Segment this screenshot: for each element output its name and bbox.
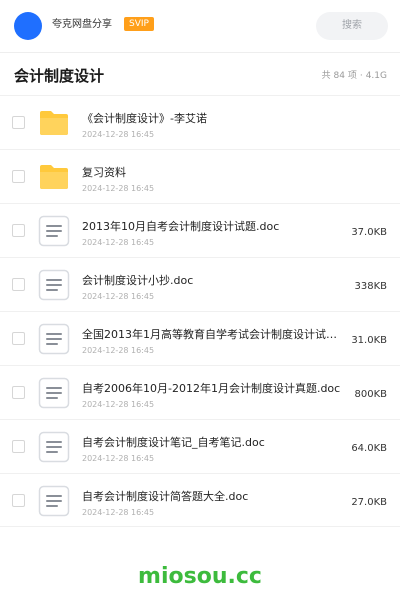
- file-row[interactable]: 全国2013年1月高等教育自学考试会计制度设计试题及答案.doc 2024-12-…: [0, 311, 400, 365]
- file-date: 2024-12-28 16:45: [82, 400, 155, 409]
- file-date: 2024-12-28 16:45: [82, 238, 155, 247]
- file-size: 800KB: [354, 389, 387, 400]
- file-name[interactable]: 2013年10月自考会计制度设计试题.doc: [82, 220, 344, 234]
- file-row[interactable]: 《会计制度设计》-李艾诺 2024-12-28 16:45: [0, 95, 400, 149]
- folder-icon: [38, 161, 70, 193]
- folder-size: 4.1G: [365, 71, 387, 81]
- row-checkbox[interactable]: [12, 440, 25, 453]
- top-bar: 夸克网盘分享 SVIP 搜索: [0, 0, 400, 52]
- row-checkbox[interactable]: [12, 224, 25, 237]
- search-button[interactable]: 搜索: [316, 12, 388, 40]
- item-count: 共 84 项: [321, 71, 357, 81]
- file-date: 2024-12-28 16:45: [82, 346, 155, 355]
- file-size: 37.0KB: [351, 227, 387, 238]
- file-row[interactable]: 自考会计制度设计笔记_自考笔记.doc 2024-12-28 16:45 64.0K…: [0, 419, 400, 473]
- file-name[interactable]: 复习资料: [82, 166, 344, 180]
- file-size: 64.0KB: [351, 443, 387, 454]
- file-size: 31.0KB: [351, 335, 387, 346]
- meta-separator: ·: [359, 71, 363, 81]
- file-name[interactable]: 全国2013年1月高等教育自学考试会计制度设计试题及答案.doc: [82, 328, 344, 342]
- file-date: 2024-12-28 16:45: [82, 184, 155, 193]
- row-checkbox[interactable]: [12, 116, 25, 129]
- watermark-text: miosou.cc: [138, 564, 262, 589]
- file-date: 2024-12-28 16:45: [82, 292, 155, 301]
- file-date: 2024-12-28 16:45: [82, 454, 155, 463]
- file-name[interactable]: 自考2006年10月-2012年1月会计制度设计真题.doc: [82, 382, 344, 396]
- file-row[interactable]: 自考2006年10月-2012年1月会计制度设计真题.doc 2024-12-28…: [0, 365, 400, 419]
- row-checkbox[interactable]: [12, 170, 25, 183]
- file-name[interactable]: 《会计制度设计》-李艾诺: [82, 112, 344, 126]
- row-checkbox[interactable]: [12, 278, 25, 291]
- page-title: 会计制度设计: [14, 67, 105, 85]
- file-row[interactable]: 自考会计制度设计简答题大全.doc 2024-12-28 16:45 27.0KB: [0, 473, 400, 527]
- document-icon: [38, 377, 70, 409]
- file-row[interactable]: 2013年10月自考会计制度设计试题.doc 2024-12-28 16:45 37…: [0, 203, 400, 257]
- file-name[interactable]: 自考会计制度设计简答题大全.doc: [82, 490, 344, 504]
- file-name[interactable]: 会计制度设计小抄.doc: [82, 274, 344, 288]
- file-row[interactable]: 会计制度设计小抄.doc 2024-12-28 16:45 338KB: [0, 257, 400, 311]
- file-date: 2024-12-28 16:45: [82, 130, 155, 139]
- document-icon: [38, 323, 70, 355]
- svip-badge: SVIP: [124, 17, 154, 31]
- document-icon: [38, 431, 70, 463]
- document-icon: [38, 215, 70, 247]
- avatar[interactable]: [14, 12, 42, 40]
- header-divider: [0, 52, 400, 53]
- row-checkbox[interactable]: [12, 332, 25, 345]
- file-list: 《会计制度设计》-李艾诺 2024-12-28 16:45 复习资料 2024-12-…: [0, 95, 400, 527]
- file-row[interactable]: 复习资料 2024-12-28 16:45: [0, 149, 400, 203]
- row-checkbox[interactable]: [12, 386, 25, 399]
- file-size: 27.0KB: [351, 497, 387, 508]
- file-name[interactable]: 自考会计制度设计笔记_自考笔记.doc: [82, 436, 344, 450]
- document-icon: [38, 269, 70, 301]
- folder-icon: [38, 107, 70, 139]
- file-size: 338KB: [354, 281, 387, 292]
- share-username[interactable]: 夸克网盘分享: [52, 18, 112, 32]
- row-checkbox[interactable]: [12, 494, 25, 507]
- document-icon: [38, 485, 70, 517]
- file-date: 2024-12-28 16:45: [82, 508, 155, 517]
- folder-meta: 共 84 项 · 4.1G: [322, 69, 387, 83]
